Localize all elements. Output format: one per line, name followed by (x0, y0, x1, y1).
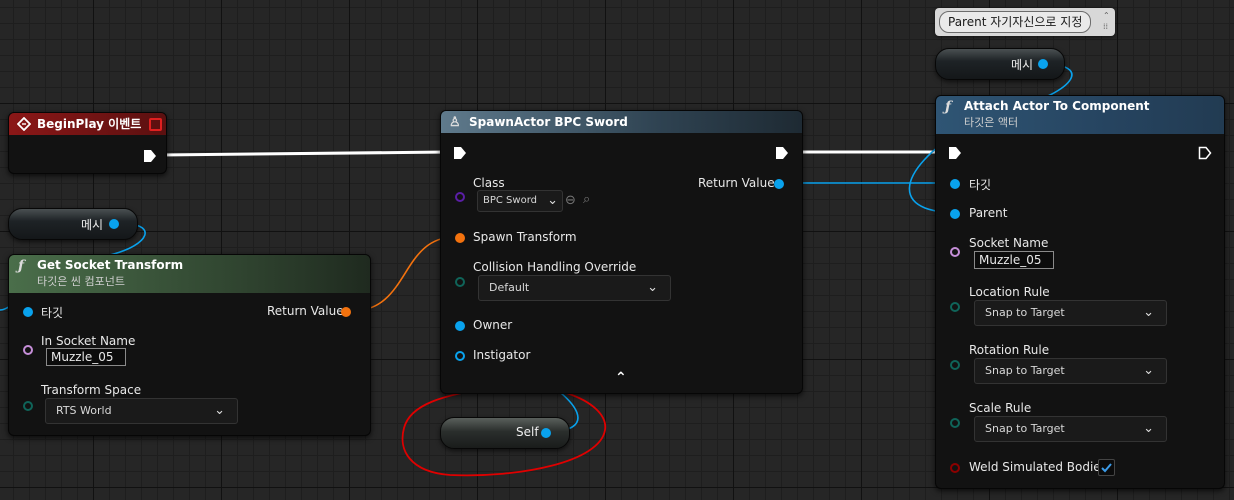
beginplay-header: BeginPlay 이벤트 (9, 113, 166, 135)
spawn-class-value: BPC Sword (483, 195, 537, 206)
self-label: Self (516, 425, 539, 439)
spawn-class-pin[interactable] (455, 192, 465, 202)
spawn-return-label: Return Value (698, 176, 775, 190)
spawn-instigator-label: Instigator (473, 348, 531, 362)
scale-rule-value: Snap to Target (985, 422, 1065, 435)
checkbox-check-icon (1101, 463, 1112, 473)
attach-scale-rule-label: Scale Rule (969, 401, 1032, 415)
delegate-square-icon[interactable] (149, 118, 162, 131)
attach-target-pin[interactable] (950, 179, 960, 189)
attach-socket-name-label: Socket Name (969, 236, 1049, 250)
chevron-up-icon[interactable]: ⌃ (615, 370, 627, 386)
attach-weld-checkbox[interactable] (1098, 459, 1115, 476)
browse-search-icon[interactable]: ⌕ (583, 192, 590, 207)
attach-subtitle: 타깃은 액터 (964, 116, 1019, 129)
location-rule-value: Snap to Target (985, 306, 1065, 319)
function-icon: ƒ (945, 99, 952, 115)
chevron-down-icon: ⌄ (647, 280, 658, 295)
spawn-actor-node[interactable]: ♙ SpawnActor BPC Sword Class BPC Sword ⌄… (440, 110, 803, 394)
get-socket-transform-space-pin[interactable] (23, 401, 33, 411)
beginplay-title: BeginPlay 이벤트 (37, 117, 142, 131)
get-socket-return-pin[interactable] (341, 307, 351, 317)
spawn-owner-pin[interactable] (455, 321, 465, 331)
use-selected-icon[interactable]: ⊖ (565, 193, 576, 208)
attach-scale-rule-dropdown[interactable]: Snap to Target ⌄ (974, 416, 1167, 442)
event-diamond-icon (17, 117, 31, 131)
spawn-instigator-pin[interactable] (455, 351, 465, 361)
spawn-owner-label: Owner (473, 318, 513, 332)
get-socket-socket-name-input[interactable]: Muzzle_05 (46, 348, 126, 366)
get-socket-header: ƒ Get Socket Transform 타깃은 씬 컴포넌트 (9, 255, 370, 293)
spawn-class-label: Class (473, 176, 505, 190)
mesh-var-left-out-pin[interactable] (109, 219, 119, 229)
attach-location-rule-dropdown[interactable]: Snap to Target ⌄ (974, 300, 1167, 326)
get-socket-transform-space-label: Transform Space (41, 383, 142, 397)
exec-wire-beginplay-spawn (159, 150, 449, 157)
spawn-actor-header: ♙ SpawnActor BPC Sword (441, 111, 802, 133)
exec-pin-icon (949, 147, 961, 159)
attach-socket-name-pin[interactable] (950, 247, 960, 257)
attach-scale-rule-pin[interactable] (950, 418, 960, 428)
spawn-icon: ♙ (449, 115, 461, 130)
spawn-return-pin[interactable] (774, 179, 784, 189)
get-socket-subtitle: 타깃은 씬 컴포넌트 (37, 275, 125, 288)
attach-weld-label: Weld Simulated Bodies (969, 460, 1107, 474)
spawn-collision-label: Collision Handling Override (473, 260, 637, 274)
self-out-pin[interactable] (541, 428, 551, 438)
get-socket-title: Get Socket Transform (37, 258, 184, 272)
exec-pin-icon (1198, 146, 1212, 160)
spawn-transform-label: Spawn Transform (473, 230, 577, 244)
attach-title: Attach Actor To Component (964, 99, 1150, 113)
rotation-rule-value: Snap to Target (985, 364, 1065, 377)
attach-rotation-rule-pin[interactable] (950, 360, 960, 370)
attach-rotation-rule-label: Rotation Rule (969, 343, 1050, 357)
get-socket-socket-name-label: In Socket Name (41, 334, 136, 348)
comment-bubble[interactable]: Parent 자기자신으로 지정 ⌃ ⁞⁞ (935, 8, 1115, 36)
chevron-down-icon: ⌄ (1143, 421, 1154, 436)
attach-weld-pin[interactable] (950, 463, 960, 473)
exec-pin-icon (454, 147, 466, 159)
spawn-transform-pin[interactable] (455, 233, 465, 243)
get-socket-target-label: 타깃 (41, 306, 64, 320)
transform-space-value: RTS World (56, 404, 112, 417)
self-node[interactable]: Self (440, 417, 570, 449)
collision-value: Default (489, 281, 530, 294)
attach-socket-name-input[interactable]: Muzzle_05 (974, 251, 1054, 269)
chevron-down-icon: ⌄ (214, 403, 225, 418)
chevron-down-icon: ⌄ (1143, 305, 1154, 320)
get-socket-transform-node[interactable]: ƒ Get Socket Transform 타깃은 씬 컴포넌트 타깃 Ret… (8, 254, 371, 436)
exec-pin-icon (144, 150, 156, 162)
comment-pin-icon[interactable]: ⌃ (1103, 11, 1110, 20)
attach-location-rule-label: Location Rule (969, 285, 1050, 299)
get-socket-return-label: Return Value (267, 304, 344, 318)
beginplay-event-node[interactable]: BeginPlay 이벤트 (8, 112, 167, 174)
mesh-var-top-label: 메시 (1011, 58, 1034, 72)
attach-parent-label: Parent (969, 206, 1008, 220)
attach-header: ƒ Attach Actor To Component 타깃은 액터 (936, 96, 1224, 134)
attach-rotation-rule-dropdown[interactable]: Snap to Target ⌄ (974, 358, 1167, 384)
exec-pin-icon (776, 147, 788, 159)
chevron-down-icon: ⌄ (1143, 363, 1154, 378)
mesh-var-top-out-pin[interactable] (1038, 59, 1048, 69)
mesh-var-left-label: 메시 (81, 218, 104, 232)
attach-location-rule-pin[interactable] (950, 302, 960, 312)
comment-text[interactable]: Parent 자기자신으로 지정 (939, 11, 1092, 33)
spawn-collision-dropdown[interactable]: Default ⌄ (478, 275, 671, 301)
get-socket-target-pin[interactable] (23, 307, 33, 317)
attach-target-label: 타깃 (969, 178, 992, 192)
get-socket-transform-space-dropdown[interactable]: RTS World ⌄ (45, 398, 238, 424)
function-icon: ƒ (18, 258, 25, 274)
spawn-actor-title: SpawnActor BPC Sword (469, 115, 628, 129)
comment-drag-icon[interactable]: ⁞⁞ (1103, 22, 1108, 31)
attach-actor-node[interactable]: ƒ Attach Actor To Component 타깃은 액터 타깃 Pa… (935, 95, 1225, 489)
chevron-down-icon: ⌄ (547, 193, 558, 208)
spawn-class-dropdown[interactable]: BPC Sword ⌄ (477, 190, 563, 212)
attach-parent-pin[interactable] (950, 209, 960, 219)
spawn-collision-pin[interactable] (455, 277, 465, 287)
mesh-var-node-top[interactable]: 메시 (935, 48, 1065, 80)
mesh-var-node-left[interactable]: 메시 (8, 208, 138, 240)
get-socket-socket-name-pin[interactable] (23, 345, 33, 355)
